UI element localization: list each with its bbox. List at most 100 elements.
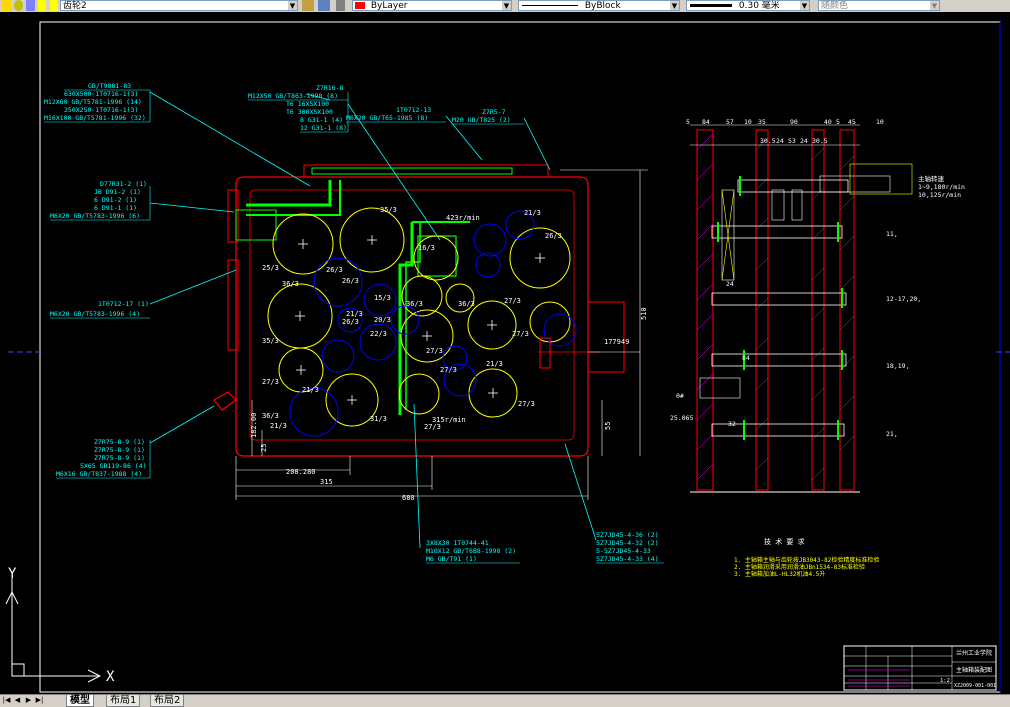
drawing-frame (39, 21, 1001, 693)
gear-label: 36/3 (262, 412, 279, 420)
prev-tab-icon[interactable]: ◀ (13, 696, 22, 705)
callout-c7: M6X16 GB/T837-1988 (4) (56, 470, 142, 478)
gear-label: 21/3 (270, 422, 287, 430)
gear-label: 27/3 (426, 347, 443, 355)
lightbulb-icon[interactable] (2, 0, 11, 11)
callout-c2: T6 300X5X100 (286, 108, 333, 116)
sec-small: 24 (726, 280, 734, 288)
dim-315: 315 (320, 478, 333, 486)
chevron-down-icon[interactable]: ▼ (930, 1, 939, 10)
drawing-canvas[interactable]: 35/3 26/3 423r/min 16/3 21/3 26/3 36/3 2… (0, 12, 1010, 694)
callout-c1: GB/T9881-83 (88, 82, 131, 90)
callout-c1: 250X250-1T0716-1(3) (64, 106, 138, 114)
gear-label: 26/3 (342, 277, 359, 285)
sec-dim: 5 (686, 118, 690, 126)
plotstyle-value: 随颜色 (821, 1, 849, 11)
sec-subdim: 24 (800, 137, 808, 145)
title-code: XZ2009-001-001 (954, 683, 996, 689)
dim-680: 680 (402, 494, 415, 502)
gear-label: 26/3 (342, 318, 359, 326)
callout-c2: 8 G31-1 (4) (300, 116, 343, 124)
gearbox-front-view: 35/3 26/3 423r/min 16/3 21/3 26/3 36/3 2… (213, 164, 648, 502)
layer-previous-icon[interactable] (318, 0, 330, 11)
ucs-icon: Y X (5, 566, 115, 685)
gear-label: 21/3 (486, 360, 503, 368)
color-value: ByLayer (370, 1, 408, 11)
title-school: 兰州工业学院 (956, 649, 992, 657)
title-block: 兰州工业学院 主轴箱装配图 1:2 XZ2009-001-001 (843, 645, 997, 691)
lineweight-dropdown[interactable]: 0.30 毫米 ▼ (686, 0, 810, 11)
lineweight-value: 0.30 毫米 (738, 1, 780, 11)
tech-item: 1. 主轴箱主轴与齿轮按JB3043-82检验精度标准检验 (734, 556, 879, 564)
gear-label: 15/3 (374, 294, 391, 302)
tech-item: 2. 主轴箱润滑采用润滑油JBn1534-83标准检验 (734, 563, 865, 571)
callout-c8: M6 GB/T91 (1) (426, 555, 477, 563)
callout-c9: 5Z7JD45-4-33 (4) (596, 555, 659, 563)
tab-model[interactable]: 模型 (66, 695, 94, 707)
sec-dim: 57 (726, 118, 734, 126)
side-num: 11, (886, 230, 898, 238)
chevron-down-icon[interactable]: ▼ (288, 1, 297, 10)
callout-c7: Z7R75-8-9 (1) (94, 438, 145, 446)
gear-label: 27/3 (424, 423, 441, 431)
callout-c7: Z7R75-8-9 (1) (94, 454, 145, 462)
callout-c9: 5Z7JD45-4-36 (2) (596, 531, 659, 539)
color-dropdown[interactable]: ByLayer ▼ (352, 0, 512, 11)
tab-layout1[interactable]: 布局1 (106, 695, 141, 707)
sec-dim: 10 (876, 118, 884, 126)
gear-label: 36/3 (406, 300, 423, 308)
gear-label: 21/3 (524, 209, 541, 217)
speed-note: 10,125r/min (918, 191, 961, 199)
linetype-dropdown[interactable]: ByBlock ▼ (518, 0, 680, 11)
callout-c1: M12X60 GB/T5781-1996 (14) (44, 98, 142, 106)
callout-c9: 5Z7JD45-4-32 (2) (596, 539, 659, 547)
gearbox-section-view: 5 84 57 10 35 90 40 5 45 10 30.5 24 53 2… (670, 118, 965, 493)
callout-c5: M6X20 GB/T5783-1996 (6) (50, 212, 140, 220)
color-swatch-icon (355, 2, 365, 9)
chevron-down-icon[interactable]: ▼ (502, 1, 511, 10)
next-tab-icon[interactable]: ▶ (24, 696, 33, 705)
sec-small: 84 (742, 354, 750, 362)
layer-dropdown[interactable]: 齿轮2 ▼ (60, 0, 298, 11)
title-sheet: 1:2 (940, 678, 950, 684)
gear-label: 27/3 (512, 330, 529, 338)
gear-label: 36/3 (282, 280, 299, 288)
layer-manager-icon[interactable] (302, 0, 314, 11)
sun-icon[interactable] (14, 0, 23, 11)
tab-layout2[interactable]: 布局2 (150, 695, 185, 707)
gear-label: 20/3 (374, 316, 391, 324)
side-num: 21, (886, 430, 898, 438)
callout-c5: D77R31-2 (1) (100, 180, 147, 188)
lineweight-sample (690, 4, 732, 7)
gear-label: 27/3 (262, 378, 279, 386)
chevron-down-icon[interactable]: ▼ (670, 1, 679, 10)
callout-c2: T6 16X5X100 (286, 100, 329, 108)
callout-c8: M10X12 GB/T6B8-1998 (2) (426, 547, 516, 555)
gear-label: 22/3 (370, 330, 387, 338)
plotstyle-dropdown[interactable]: 随颜色 ▼ (818, 0, 940, 11)
last-tab-icon[interactable]: ▶| (35, 696, 44, 705)
sec-dim: 45 (848, 118, 856, 126)
sec-dim: 5 (836, 118, 840, 126)
first-tab-icon[interactable]: |◀ (2, 696, 11, 705)
gear-label: 27/3 (518, 400, 535, 408)
callout-c6: M6X20 GB/T5783-1996 (4) (50, 310, 140, 318)
lock-icon[interactable] (26, 0, 35, 11)
gear-label: 21/3 (346, 310, 363, 318)
side-num: 12-17,20, (886, 295, 921, 303)
sec-side: 25.065 (670, 414, 694, 422)
dim-177: 177949 (604, 338, 629, 346)
callout-c7: Z7R75-8-9 (1) (94, 446, 145, 454)
callout-c5: JB D91-2 (1) (94, 188, 141, 196)
dim-510: 510 (640, 307, 648, 320)
gear-label: 27/3 (440, 366, 457, 374)
sec-dim: 40 (824, 118, 832, 126)
separator (336, 0, 345, 11)
gear-label: 35/3 (380, 206, 397, 214)
gear-label: 36/3 (458, 300, 475, 308)
speed-note: 1~9,180r/min (918, 183, 965, 191)
callout-c2: 12 G31-1 (8) (300, 124, 347, 132)
chevron-down-icon[interactable]: ▼ (800, 1, 809, 10)
callouts (149, 91, 597, 549)
gear-label: 26/3 (326, 266, 343, 274)
